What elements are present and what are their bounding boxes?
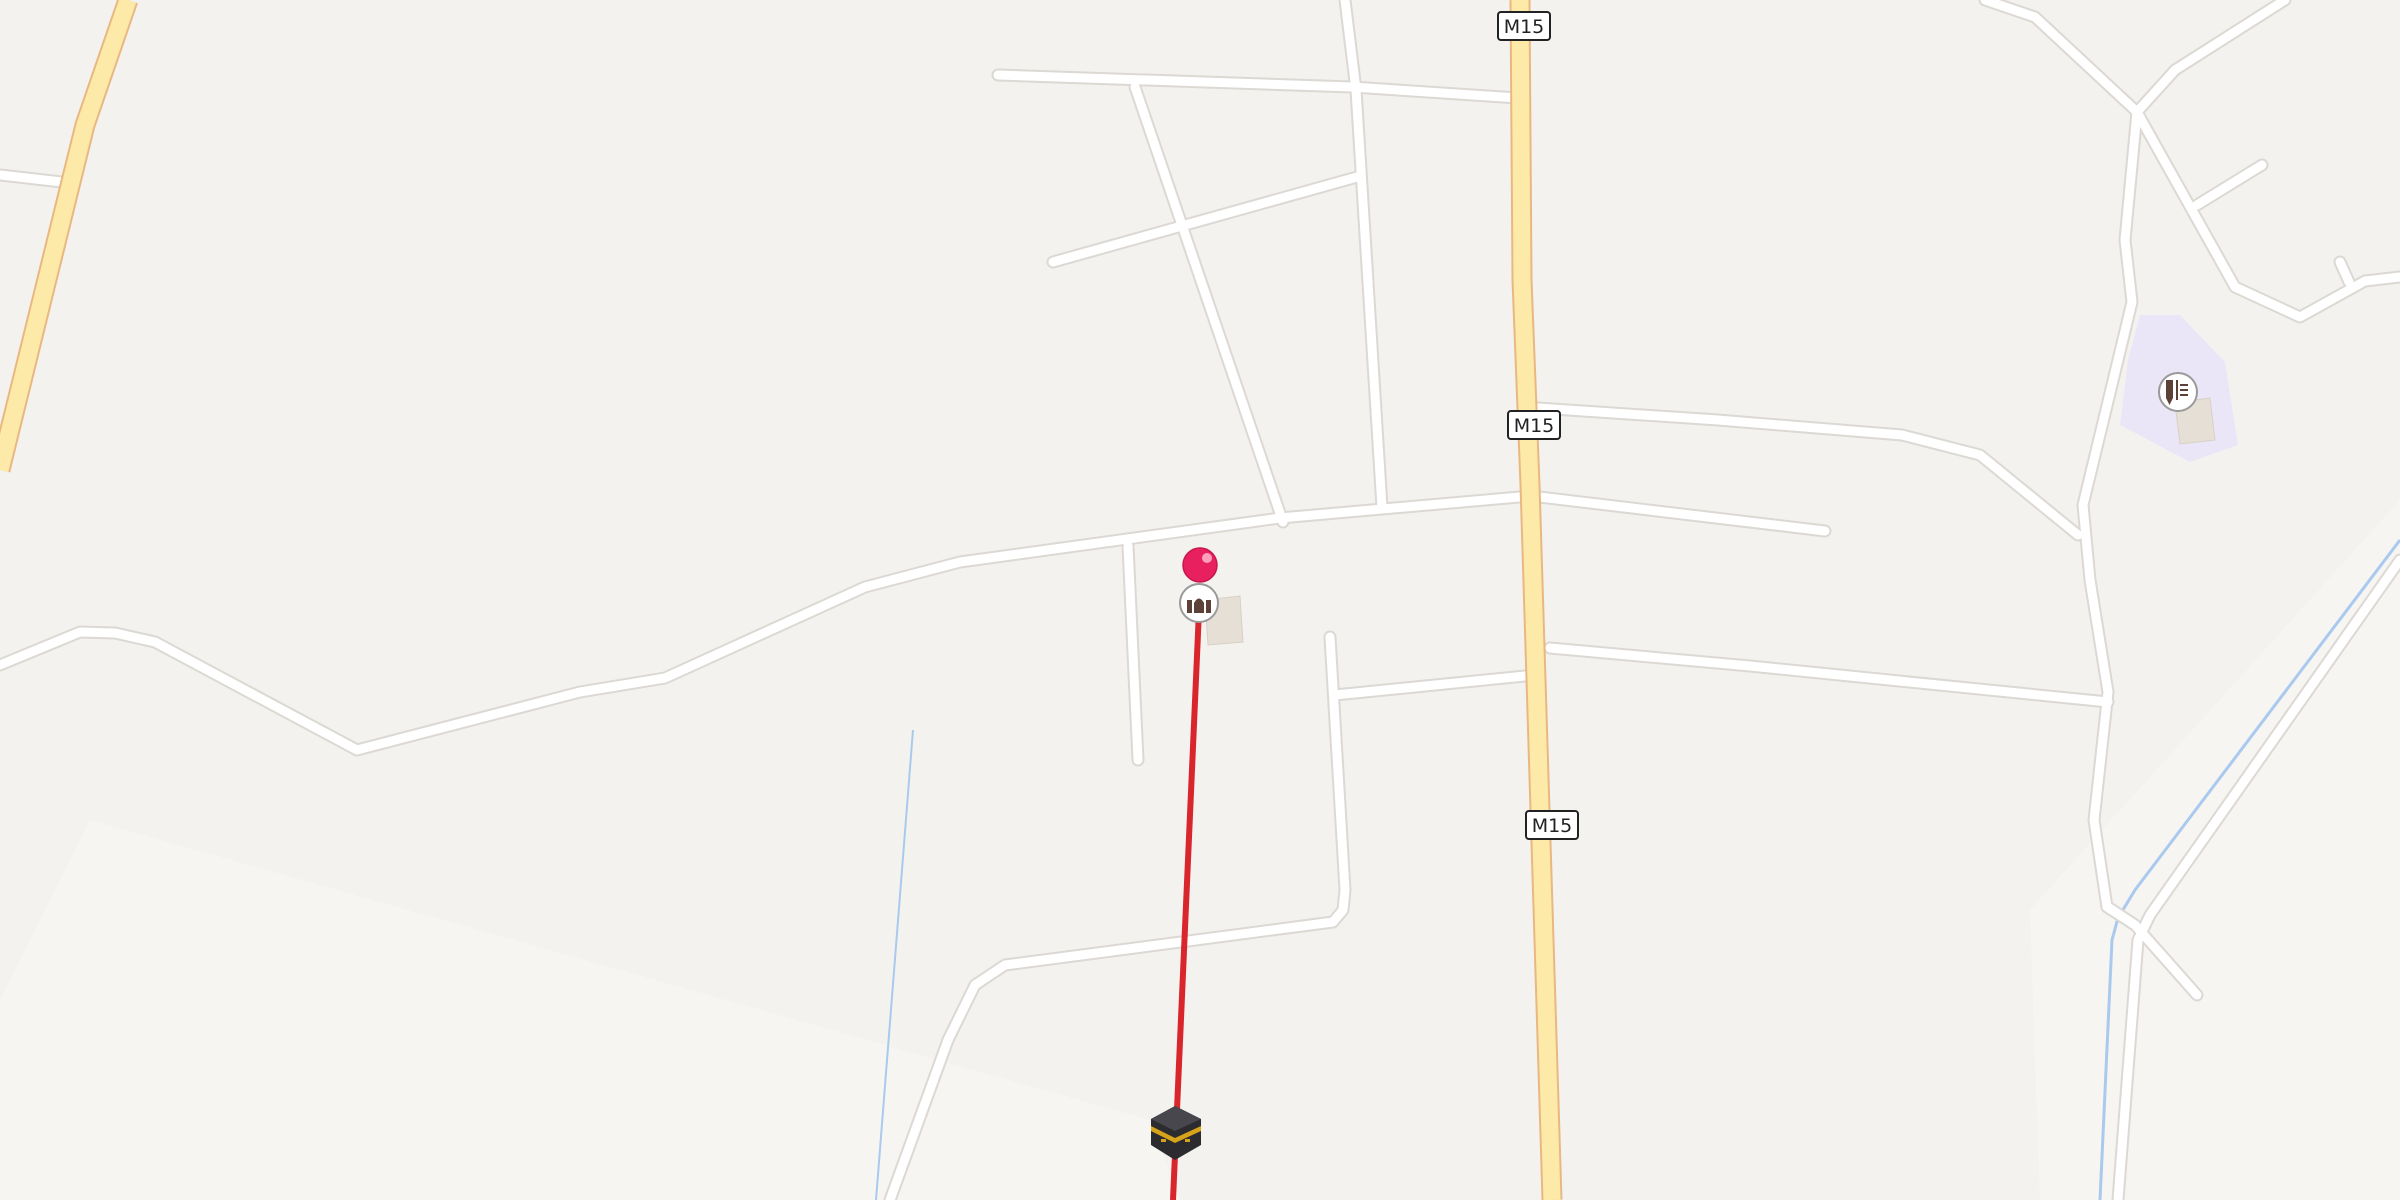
school-icon[interactable] — [2158, 372, 2198, 412]
road-label-m15-bottom: M15 — [1532, 815, 1573, 837]
terrain-area — [0, 820, 1180, 1200]
road-label-m15-middle: M15 — [1514, 415, 1555, 437]
road-shield-m15-top[interactable]: M15 — [1497, 11, 1551, 41]
road-shield-m15-bottom[interactable]: M15 — [1525, 810, 1579, 840]
mosque-icon[interactable] — [1179, 583, 1219, 623]
map-canvas[interactable]: M15 M15 M15 — [0, 0, 2400, 1200]
map-layer: M15 M15 M15 — [0, 0, 2400, 1200]
red-pin-icon[interactable] — [1182, 547, 1218, 583]
road-label-m15-top: M15 — [1504, 16, 1545, 38]
terrain-area-right — [2030, 500, 2400, 1200]
road-shield-m15-middle[interactable]: M15 — [1507, 410, 1561, 440]
